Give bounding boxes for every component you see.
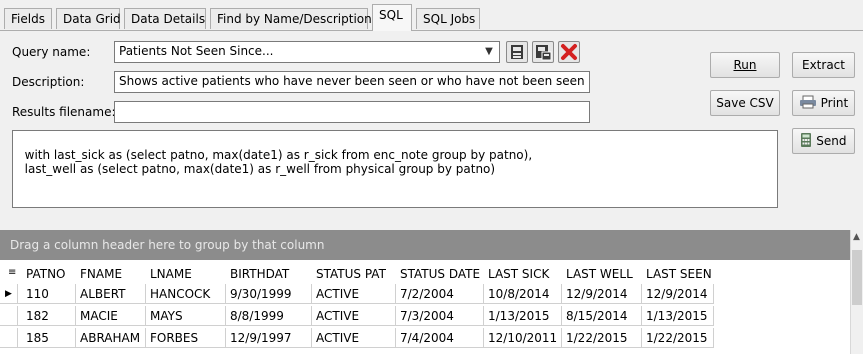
column-header[interactable]: PATNO [26, 267, 66, 281]
table-cell[interactable]: 7/2/2004 [396, 284, 484, 304]
table-cell[interactable]: MAYS [146, 306, 226, 326]
table-cell[interactable]: 8/8/1999 [226, 306, 312, 326]
column-header[interactable]: LAST SEEN [646, 267, 712, 281]
grid-header: ≡ PATNO FNAME LNAME BIRTHDAT STATUS PAT STATUS… [0, 264, 850, 284]
tab-fields[interactable]: Fields [4, 8, 52, 29]
table-cell[interactable]: 1/22/2015 [562, 328, 642, 348]
sql-text: with last_sick as (select patno, max(dat… [24, 148, 533, 176]
table-cell[interactable]: MACIE [76, 306, 146, 326]
table-cell[interactable]: 185 [18, 328, 76, 348]
run-button[interactable]: Run [710, 52, 780, 78]
table-cell[interactable]: 8/15/2014 [562, 306, 642, 326]
column-header[interactable]: FNAME [80, 267, 122, 281]
column-header[interactable]: STATUS PAT [316, 267, 386, 281]
results-filename-label: Results filename: [12, 105, 116, 119]
printer-icon [799, 95, 816, 109]
description-label: Description: [12, 75, 85, 89]
chevron-down-icon[interactable]: ▼ [483, 44, 495, 60]
query-name-combo[interactable]: Patients Not Seen Since... ▼ [114, 41, 500, 63]
table-cell[interactable]: 12/10/2011 [484, 328, 562, 348]
save-csv-button[interactable]: Save CSV [710, 90, 780, 116]
tab-sql[interactable]: SQL [372, 4, 412, 31]
table-cell[interactable]: ACTIVE [312, 306, 396, 326]
run-label: Run [733, 58, 757, 72]
column-header[interactable]: LAST SICK [488, 267, 549, 281]
query-name-label: Query name: [12, 45, 91, 59]
results-filename-field[interactable] [114, 101, 590, 123]
tab-strip: Fields Data Grid Data Details Find by Na… [0, 0, 863, 31]
tab-sql-jobs[interactable]: SQL Jobs [416, 8, 480, 29]
send-button[interactable]: Send [792, 128, 855, 154]
save-csv-label: Save CSV [716, 96, 774, 110]
delete-icon[interactable] [558, 41, 580, 63]
table-row[interactable]: 182 MACIE MAYS 8/8/1999 ACTIVE 7/3/2004 1/13/2… [0, 306, 714, 326]
table-cell[interactable]: 1/13/2015 [642, 306, 714, 326]
tab-data-details[interactable]: Data Details [124, 8, 206, 29]
table-cell[interactable]: 12/9/1997 [226, 328, 312, 348]
column-header[interactable]: STATUS DATE [400, 267, 480, 281]
tab-data-grid[interactable]: Data Grid [56, 8, 121, 29]
calculator-icon [801, 133, 812, 147]
tab-panel-border [0, 30, 863, 31]
table-cell[interactable]: ACTIVE [312, 284, 396, 304]
extract-button[interactable]: Extract [792, 52, 855, 78]
description-field[interactable]: Shows active patients who have never bee… [114, 71, 590, 93]
table-cell[interactable]: 1/22/2015 [642, 328, 714, 348]
send-label: Send [816, 134, 847, 148]
column-chooser-icon[interactable]: ≡ [8, 267, 16, 279]
table-cell[interactable]: 12/9/2014 [562, 284, 642, 304]
group-by-panel[interactable]: Drag a column header here to group by th… [0, 230, 850, 260]
tab-find-by-name[interactable]: Find by Name/Description [210, 8, 372, 29]
row-indicator[interactable] [0, 306, 18, 326]
table-cell[interactable]: HANCOCK [146, 284, 226, 304]
table-cell[interactable]: 182 [18, 306, 76, 326]
scroll-up-icon[interactable]: ▲ [853, 232, 860, 242]
table-cell[interactable]: 1/13/2015 [484, 306, 562, 326]
table-cell[interactable]: ACTIVE [312, 328, 396, 348]
column-header[interactable]: LAST WELL [566, 267, 633, 281]
table-cell[interactable]: 10/8/2014 [484, 284, 562, 304]
sql-editor[interactable]: with last_sick as (select patno, max(dat… [12, 130, 778, 208]
table-cell[interactable]: FORBES [146, 328, 226, 348]
description-value: Shows active patients who have never bee… [119, 74, 590, 88]
save-icon[interactable] [506, 41, 528, 63]
table-cell[interactable]: 9/30/1999 [226, 284, 312, 304]
table-cell[interactable]: ALBERT [76, 284, 146, 304]
table-row[interactable]: ▶ 110 ALBERT HANCOCK 9/30/1999 ACTIVE 7/2/2004… [0, 284, 714, 304]
print-button[interactable]: Print [792, 90, 855, 116]
column-header[interactable]: BIRTHDAT [230, 267, 289, 281]
grid-body: ▶ 110 ALBERT HANCOCK 9/30/1999 ACTIVE 7/2/2004… [0, 284, 850, 354]
save-as-icon[interactable] [532, 41, 554, 63]
extract-label: Extract [802, 58, 845, 72]
table-cell[interactable]: ABRAHAM [76, 328, 146, 348]
row-indicator[interactable] [0, 328, 18, 348]
current-row-indicator-icon[interactable]: ▶ [0, 284, 18, 304]
table-cell[interactable]: 7/3/2004 [396, 306, 484, 326]
scroll-thumb[interactable] [852, 250, 862, 305]
column-header[interactable]: LNAME [150, 267, 192, 281]
table-row[interactable]: 185 ABRAHAM FORBES 12/9/1997 ACTIVE 7/4/2004 1… [0, 328, 714, 348]
print-label: Print [820, 96, 849, 110]
table-cell[interactable]: 110 [18, 284, 76, 304]
table-cell[interactable]: 12/9/2014 [642, 284, 714, 304]
vertical-scrollbar[interactable]: ▲ [850, 230, 863, 354]
query-name-value: Patients Not Seen Since... [119, 44, 274, 58]
table-cell[interactable]: 7/4/2004 [396, 328, 484, 348]
